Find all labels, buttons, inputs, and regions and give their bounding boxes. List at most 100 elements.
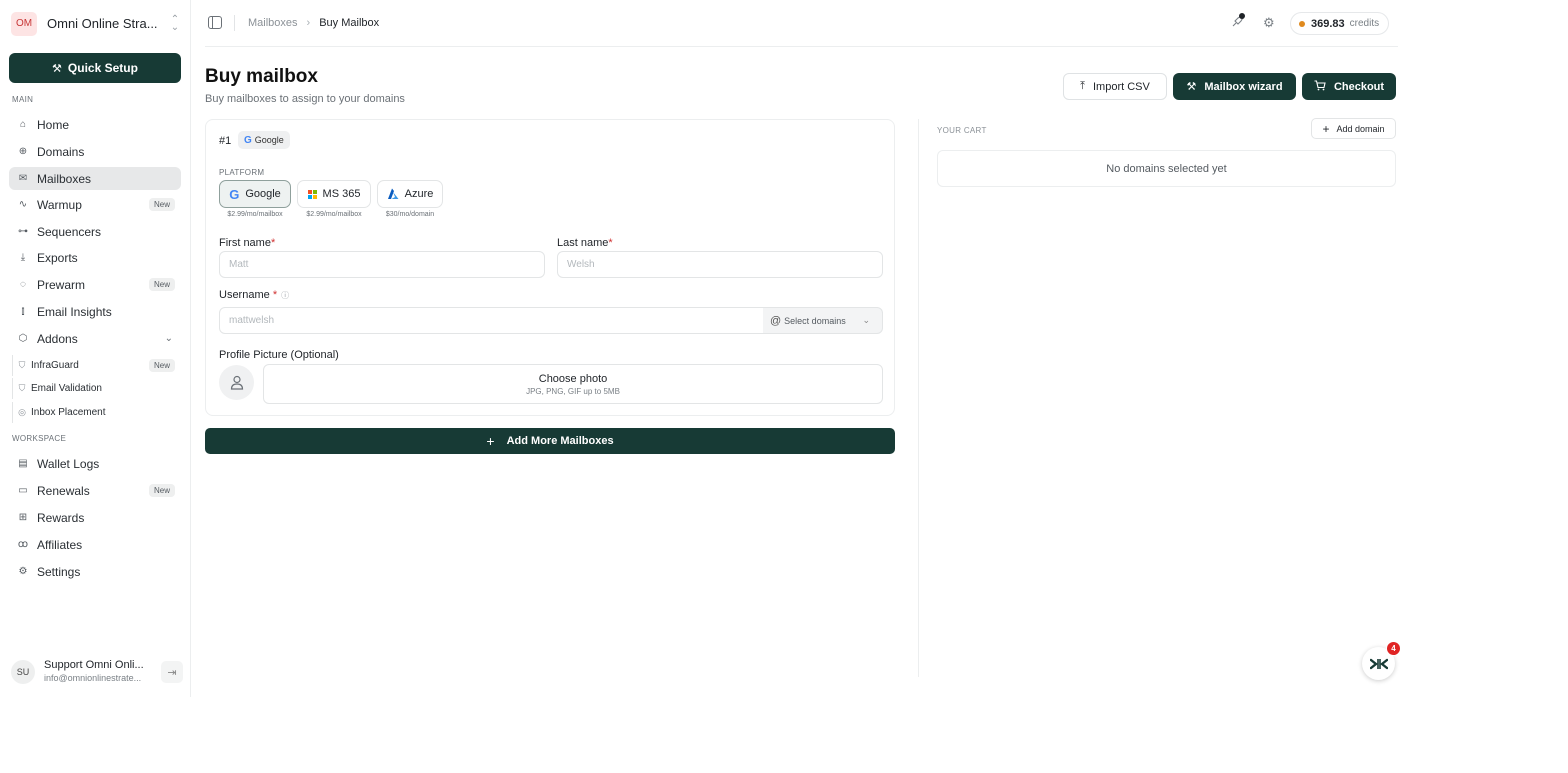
- sidebar-item-renewals[interactable]: ▭ Renewals New: [9, 479, 181, 502]
- required-mark: *: [272, 289, 278, 301]
- import-csv-button[interactable]: ⤒ Import CSV: [1063, 73, 1167, 100]
- domain-select-label: Select domains: [784, 315, 846, 326]
- sidebar-item-affiliates[interactable]: ꝏ Affiliates: [9, 533, 181, 556]
- sidebar-item-home[interactable]: ⌂ Home: [9, 113, 181, 136]
- user-name: Support Omni Onli...: [44, 659, 144, 671]
- sidebar-item-label: Email Validation: [31, 383, 102, 394]
- chevron-down-icon: ⌄: [164, 333, 173, 344]
- help-circle-icon[interactable]: ⓘ: [281, 291, 289, 300]
- collapse-icon: [1369, 658, 1388, 669]
- sidebar-item-mailboxes[interactable]: ✉ Mailboxes: [9, 167, 181, 190]
- users-icon: ꝏ: [17, 539, 29, 550]
- sidebar-item-email-insights[interactable]: ⫾ Email Insights: [9, 300, 181, 323]
- wand-icon: ⚒: [1186, 81, 1197, 93]
- last-name-input[interactable]: [557, 251, 883, 278]
- platform-tag: G Google: [238, 131, 290, 149]
- logout-button[interactable]: ⇥: [161, 661, 183, 683]
- add-more-mailboxes-button[interactable]: + Add More Mailboxes: [205, 428, 895, 454]
- required-mark: *: [270, 237, 276, 249]
- sidebar-item-infraguard[interactable]: ⛉ InfraGuard New: [12, 355, 181, 376]
- sidebar-item-prewarm[interactable]: ◌ Prewarm New: [9, 273, 181, 296]
- import-csv-label: Import CSV: [1093, 80, 1150, 93]
- org-switcher[interactable]: OM Omni Online Stra... ⌃ ⌄: [11, 11, 181, 36]
- sidebar-item-settings[interactable]: ⚙ Settings: [9, 560, 181, 583]
- new-badge: New: [148, 484, 175, 497]
- avatar-placeholder: [219, 365, 254, 400]
- mailbox-form-card: #1 G Google PLATFORM G Google $2.99/mo/m…: [205, 119, 895, 416]
- gear-icon: ⚙: [18, 566, 28, 577]
- user-icon: [230, 375, 243, 390]
- sidebar-item-label: Warmup: [37, 197, 82, 212]
- user-info: Support Omni Onli... info@omnionlinestra…: [44, 659, 144, 685]
- plus-icon: +: [486, 433, 495, 449]
- flame-icon: ◌: [20, 279, 26, 290]
- top-bar: Mailboxes › Buy Mailbox ⚙ 369.83 credits: [205, 0, 1398, 47]
- sidebar-item-sequencers[interactable]: ⊶ Sequencers: [9, 220, 181, 243]
- sidebar-item-exports[interactable]: ⤓ Exports: [9, 246, 181, 269]
- sidebar-item-email-validation[interactable]: ⛉ Email Validation: [12, 378, 181, 399]
- section-label-workspace: WORKSPACE: [12, 434, 67, 443]
- sidebar-item-label: Sequencers: [37, 224, 102, 239]
- new-badge: New: [148, 359, 175, 372]
- choose-photo-button[interactable]: Choose photo JPG, PNG, GIF up to 5MB: [263, 364, 883, 404]
- quick-setup-button[interactable]: ⚒ Quick Setup: [9, 53, 181, 83]
- profile-picture-label: Profile Picture (Optional): [219, 349, 339, 361]
- username-input[interactable]: [219, 307, 765, 334]
- credits-badge[interactable]: 369.83 credits: [1290, 12, 1390, 35]
- sidebar-item-label: Renewals: [37, 483, 90, 498]
- download-icon: ⤓: [20, 252, 26, 263]
- platform-name: MS 365: [322, 188, 361, 200]
- gear-icon[interactable]: ⚙: [1263, 15, 1275, 31]
- cart-icon: [1314, 79, 1326, 94]
- add-domain-button[interactable]: + Add domain: [1311, 118, 1396, 139]
- checkout-label: Checkout: [1333, 80, 1385, 93]
- sidebar-item-warmup[interactable]: ∿ Warmup New: [9, 193, 181, 216]
- choose-photo-label: Choose photo: [538, 372, 608, 385]
- user-email: info@omnionlinestrate...: [44, 673, 142, 683]
- platform-name: Azure: [404, 188, 434, 200]
- platform-price: $30/mo/domain: [385, 211, 435, 218]
- microsoft-icon: [307, 189, 317, 199]
- platform-option-google[interactable]: G Google: [219, 180, 291, 208]
- sidebar-item-label: Email Insights: [37, 304, 112, 319]
- username-label-text: Username: [219, 289, 270, 301]
- sidebar-item-domains[interactable]: ⊕ Domains: [9, 140, 181, 163]
- at-symbol: @: [770, 314, 782, 327]
- shield-check-icon: ⛉: [18, 383, 26, 393]
- mailbox-wizard-button[interactable]: ⚒ Mailbox wizard: [1173, 73, 1296, 100]
- sidebar-item-label: Wallet Logs: [37, 456, 100, 471]
- rocket-icon[interactable]: [1231, 13, 1245, 31]
- new-badge: New: [148, 198, 175, 211]
- receipt-icon: ▤: [18, 458, 28, 469]
- sidebar-toggle-icon[interactable]: [208, 16, 222, 29]
- sidebar-item-label: Addons: [37, 331, 78, 346]
- card-number: #1: [219, 135, 232, 147]
- platform-option-azure[interactable]: Azure: [377, 180, 443, 208]
- platform-option-ms365[interactable]: MS 365: [297, 180, 371, 208]
- workflow-icon: ⊶: [18, 226, 28, 237]
- cart-label: YOUR CART: [937, 126, 987, 135]
- breadcrumb-current: Buy Mailbox: [319, 17, 380, 29]
- breadcrumb-mailboxes[interactable]: Mailboxes: [248, 17, 298, 29]
- sidebar-item-wallet-logs[interactable]: ▤ Wallet Logs: [9, 452, 181, 475]
- package-icon: ⬡: [18, 333, 28, 344]
- new-badge: New: [148, 278, 175, 291]
- sidebar-item-addons[interactable]: ⬡ Addons ⌄: [9, 327, 181, 350]
- home-icon: ⌂: [19, 119, 27, 130]
- divider: [234, 15, 235, 31]
- notification-dot: [1239, 13, 1245, 19]
- sidebar-item-rewards[interactable]: ⊞ Rewards: [9, 506, 181, 529]
- platform-label: PLATFORM: [219, 168, 265, 177]
- page-subtitle: Buy mailboxes to assign to your domains: [205, 93, 405, 105]
- sidebar-item-label: Settings: [37, 564, 81, 579]
- domain-select[interactable]: @ Select domains ⌄: [763, 307, 883, 334]
- first-name-label: First name*: [219, 237, 275, 249]
- credits-value: 369.83: [1311, 17, 1345, 30]
- chevron-up-down-icon: ⌃ ⌄: [170, 13, 180, 33]
- first-name-input[interactable]: [219, 251, 545, 278]
- avatar: SU: [11, 660, 35, 684]
- sidebar-item-inbox-placement[interactable]: ◎ Inbox Placement: [12, 402, 181, 423]
- wand-icon: ⚒: [52, 62, 62, 75]
- last-name-label-text: Last name: [557, 237, 609, 249]
- checkout-button[interactable]: Checkout: [1302, 73, 1396, 100]
